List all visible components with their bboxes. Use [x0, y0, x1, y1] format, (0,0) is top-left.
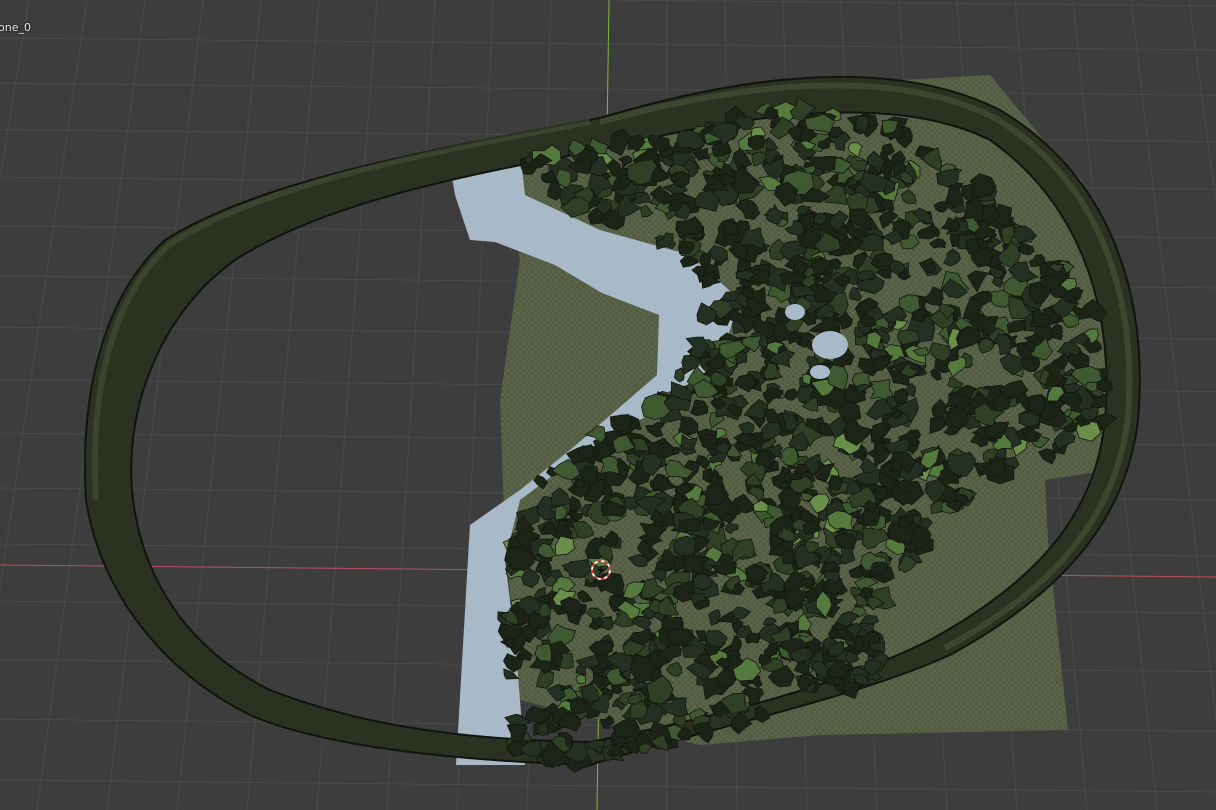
grid-line [1188, 0, 1216, 207]
foliage-leaf [965, 237, 980, 255]
grid-line [386, 0, 436, 810]
grid-line [316, 0, 378, 810]
foliage-leaf [699, 252, 712, 267]
foliage-leaf [855, 115, 869, 133]
canopy-water-gap [810, 365, 830, 379]
foliage-leaf [575, 674, 587, 684]
viewport-canvas[interactable] [0, 0, 1216, 810]
active-object-label: one_0 [0, 21, 31, 34]
grid-line [557, 0, 1216, 7]
canopy-water-gap [785, 304, 805, 320]
grid-line [0, 0, 88, 591]
grid-line [1130, 0, 1216, 722]
foliage-leaf [677, 518, 702, 533]
foliage-leaf [851, 372, 872, 388]
foliage-leaf [638, 743, 653, 755]
foliage-leaf [599, 455, 621, 475]
canopy-water-gap [812, 331, 848, 359]
grid-line [0, 0, 30, 182]
foliage-leaf [771, 597, 788, 614]
3d-viewport[interactable]: one_0 [0, 0, 1216, 810]
foliage-leaf [870, 561, 889, 575]
foliage-leaf [828, 474, 843, 491]
grid-line [0, 779, 1216, 793]
